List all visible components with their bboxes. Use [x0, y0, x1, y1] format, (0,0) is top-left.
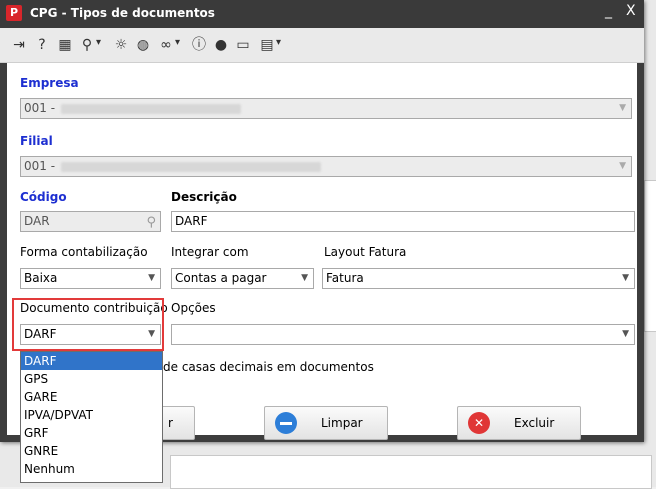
title-bar[interactable]: P CPG - Tipos de documentos _ X [0, 0, 644, 28]
filial-select[interactable]: 001 - ▼ [20, 156, 632, 177]
limpar-button[interactable]: Limpar [264, 406, 388, 440]
exit-icon[interactable]: ⇥ [10, 36, 28, 54]
excluir-button-label: Excluir [514, 416, 555, 430]
layout-fatura-value: Fatura [326, 271, 364, 285]
dropdown-option-ipva-dpvat[interactable]: IPVA/DPVAT [21, 406, 162, 424]
empresa-redacted [61, 104, 241, 114]
window-title: CPG - Tipos de documentos [30, 6, 215, 20]
layout-fatura-label: Layout Fatura [324, 245, 407, 259]
link-dropdown-icon[interactable]: ▾ [175, 37, 180, 48]
world-icon[interactable]: ◍ [134, 36, 152, 54]
descricao-value: DARF [175, 214, 208, 228]
documento-contribuicao-highlight [12, 298, 164, 351]
dropdown-option-nenhum[interactable]: Nenhum [21, 460, 162, 478]
integrar-com-select[interactable]: Contas a pagar ▼ [171, 268, 314, 289]
link-icon[interactable]: ∞ [157, 36, 175, 54]
limpar-button-label: Limpar [321, 416, 363, 430]
filial-value: 001 - [24, 159, 56, 173]
dropdown-option-darf[interactable]: DARF [21, 352, 162, 370]
clear-icon [275, 412, 297, 434]
search-icon[interactable]: ⚲ [146, 213, 156, 232]
partial-button-label: r [168, 416, 173, 430]
info-icon[interactable]: ⓘ [190, 36, 208, 54]
opcoes-label: Opções [171, 301, 216, 315]
empresa-select[interactable]: 001 - ▼ [20, 98, 632, 119]
codigo-label: Código [20, 190, 67, 204]
help-icon[interactable]: ? [33, 36, 51, 54]
lightbulb-icon[interactable]: ☼ [112, 36, 130, 54]
documento-contribuicao-dropdown[interactable]: DARF GPS GARE IPVA/DPVAT GRF GNRE Nenhum [20, 351, 163, 483]
close-button[interactable]: X [626, 3, 636, 19]
descricao-field[interactable]: DARF [171, 211, 635, 232]
dropdown-option-gare[interactable]: GARE [21, 388, 162, 406]
chevron-down-icon: ▼ [301, 273, 308, 283]
codigo-value: DAR [24, 214, 50, 228]
chevron-down-icon: ▼ [148, 273, 155, 283]
report-dropdown-icon[interactable]: ▾ [276, 37, 281, 48]
codigo-field[interactable]: DAR ⚲ [20, 211, 161, 232]
descricao-label: Descrição [171, 190, 237, 204]
delete-icon: ✕ [468, 412, 490, 434]
empresa-label: Empresa [20, 76, 79, 90]
empresa-value: 001 - [24, 101, 56, 115]
keyboard-icon[interactable]: ▦ [56, 36, 74, 54]
zoom-dropdown-icon[interactable]: ▾ [96, 37, 101, 48]
forma-contabilizacao-select[interactable]: Baixa ▼ [20, 268, 161, 289]
report-icon[interactable]: ▤ [258, 36, 276, 54]
integrar-com-label: Integrar com [171, 245, 249, 259]
chevron-down-icon: ▼ [619, 103, 626, 113]
background-panel-bottom [170, 455, 652, 489]
forma-contabilizacao-label: Forma contabilização [20, 245, 148, 259]
chevron-down-icon: ▼ [622, 329, 629, 339]
decimais-checkbox-label[interactable]: de casas decimais em documentos [163, 360, 374, 374]
layout-fatura-select[interactable]: Fatura ▼ [322, 268, 635, 289]
integrar-com-value: Contas a pagar [175, 271, 267, 285]
minimize-button[interactable]: _ [605, 3, 612, 19]
zoom-icon[interactable]: ⚲ [78, 36, 96, 54]
background-panel-right [644, 180, 656, 332]
opcoes-select[interactable]: ▼ [171, 324, 635, 345]
filial-label: Filial [20, 134, 53, 148]
filial-redacted [61, 162, 321, 172]
chevron-down-icon: ▼ [619, 161, 626, 171]
excluir-button[interactable]: ✕ Excluir [457, 406, 581, 440]
app-logo-icon: P [6, 5, 22, 21]
dropdown-option-gps[interactable]: GPS [21, 370, 162, 388]
toolbar: ⇥ ? ▦ ⚲ ▾ ☼ ◍ ∞ ▾ ⓘ ● ▭ ▤ ▾ [0, 28, 644, 63]
user-icon[interactable]: ● [212, 36, 230, 54]
dropdown-option-grf[interactable]: GRF [21, 424, 162, 442]
forma-contabilizacao-value: Baixa [24, 271, 58, 285]
dropdown-option-gnre[interactable]: GNRE [21, 442, 162, 460]
chevron-down-icon: ▼ [622, 273, 629, 283]
document-icon[interactable]: ▭ [234, 36, 252, 54]
